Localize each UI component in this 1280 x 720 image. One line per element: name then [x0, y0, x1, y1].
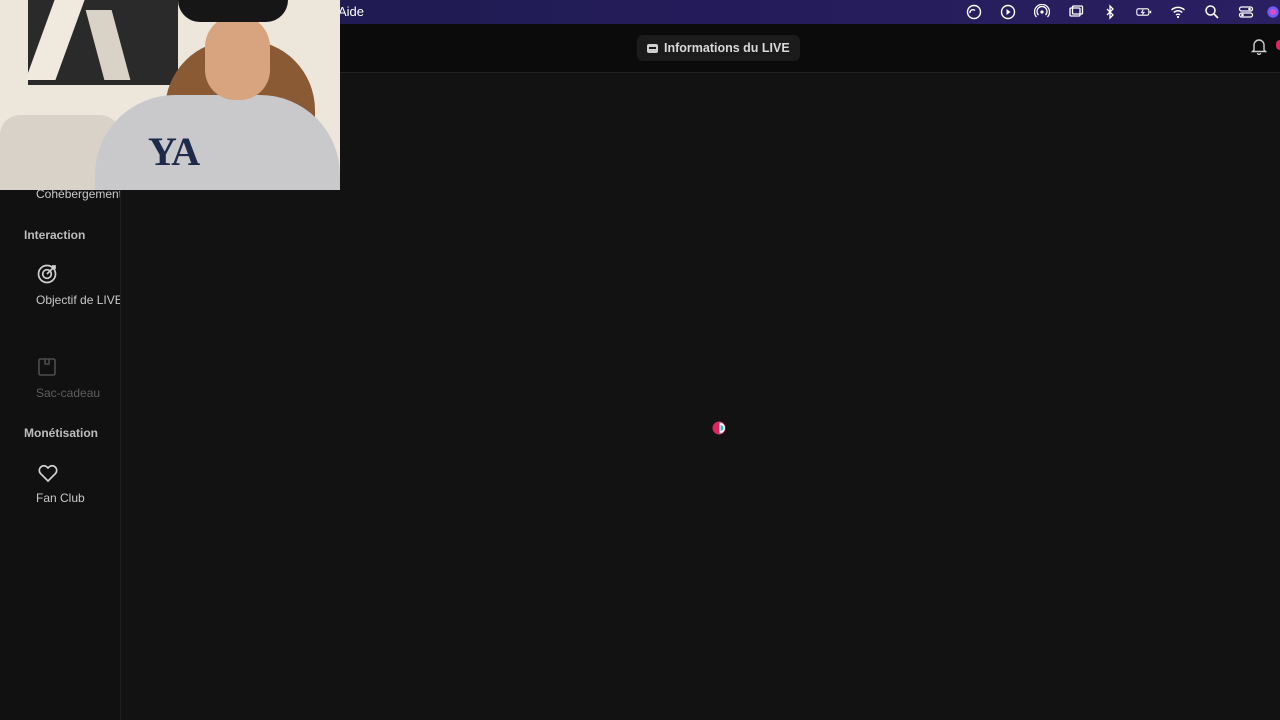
heart-icon	[38, 464, 58, 483]
control-center-icon[interactable]	[1234, 0, 1258, 24]
battery-charging-icon[interactable]	[1132, 0, 1156, 24]
presenter-face	[205, 15, 270, 100]
sidebar-item-label: Sac-cadeau	[36, 386, 101, 400]
live-info-label: Informations du LIVE	[664, 41, 790, 55]
sidebar-item-label: Fan Club	[36, 491, 85, 505]
bell-icon[interactable]	[1250, 37, 1268, 55]
section-title-interaction: Interaction	[24, 228, 86, 242]
hoodie-text: YA	[148, 129, 200, 174]
sidebar-item-sac-cadeau[interactable]: Sac-cadeau	[36, 355, 120, 403]
airdrop-icon[interactable]	[1030, 0, 1054, 24]
sidebar-item-objectif-live[interactable]: Objectif de LIVE	[36, 261, 120, 309]
bluetooth-icon[interactable]	[1098, 0, 1122, 24]
profile-avatar[interactable]	[1276, 40, 1280, 50]
play-circle-icon[interactable]	[996, 0, 1020, 24]
loading-spinner	[712, 421, 726, 435]
live-info-button[interactable]: Informations du LIVE	[637, 35, 800, 61]
target-icon	[37, 264, 57, 284]
menu-bar-status-icons	[952, 0, 1280, 24]
hoodie	[95, 95, 340, 190]
section-title-monetisation: Monétisation	[24, 426, 98, 440]
info-card-icon	[647, 43, 658, 53]
menu-item-aide[interactable]: Aide	[338, 4, 364, 19]
siri-icon[interactable]	[1266, 0, 1280, 24]
gift-bag-icon	[38, 358, 56, 376]
spotlight-search-icon[interactable]	[1200, 0, 1224, 24]
screen-mirroring-icon[interactable]	[1064, 0, 1088, 24]
wifi-icon[interactable]	[1166, 0, 1190, 24]
creative-cloud-icon[interactable]	[962, 0, 986, 24]
sidebar-item-fan-club[interactable]: Fan Club	[36, 461, 120, 509]
webcam-overlay: YA	[0, 0, 340, 190]
cap	[178, 0, 288, 22]
sidebar-item-label: Objectif de LIVE	[36, 293, 120, 307]
